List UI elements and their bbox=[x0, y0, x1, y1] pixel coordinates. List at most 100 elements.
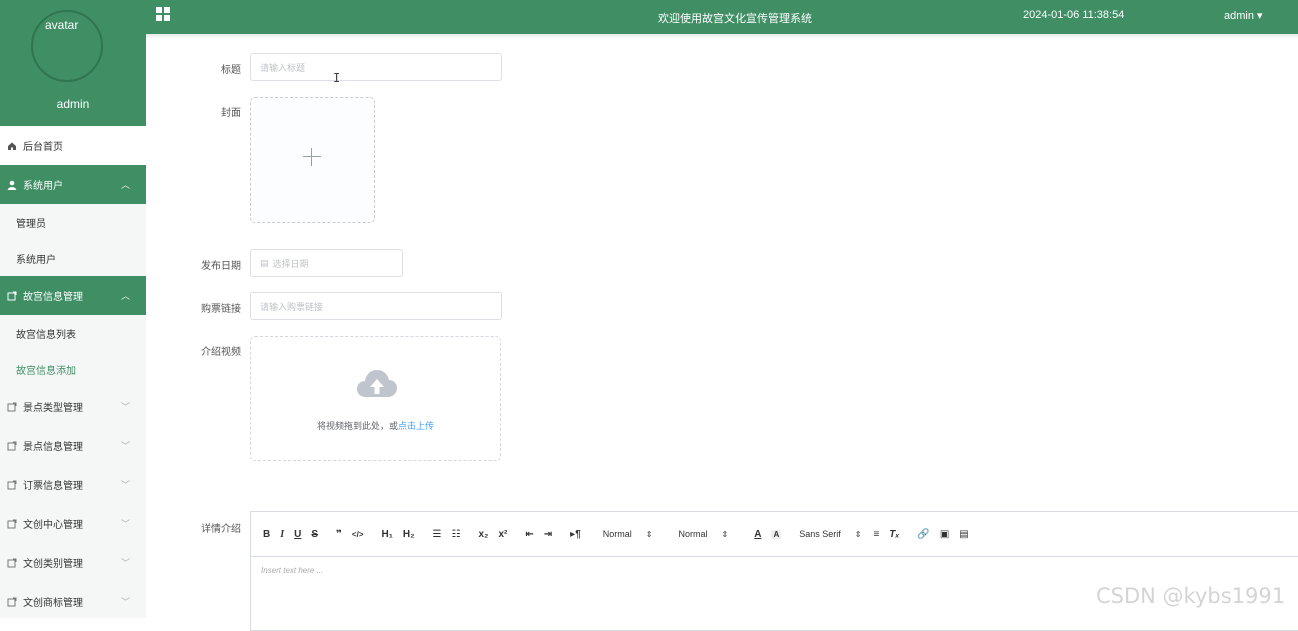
sidebar-group-label: 文创类别管理 bbox=[23, 559, 83, 570]
folder-icon bbox=[6, 519, 18, 529]
upload-hint: 将视频拖到此处，或点击上传 bbox=[251, 419, 500, 432]
detail-label: 详情介绍 bbox=[201, 524, 241, 535]
rtl-direction-button[interactable]: ▸¶ bbox=[570, 529, 581, 540]
video-label: 介绍视频 bbox=[201, 347, 241, 358]
underline-button[interactable]: U bbox=[294, 529, 301, 540]
plus-icon bbox=[303, 148, 321, 166]
sidebar-group-system-users[interactable]: 系统用户 ︿ bbox=[0, 165, 146, 204]
video-upload-dropzone[interactable]: 将视频拖到此处，或点击上传 bbox=[250, 336, 501, 461]
avatar-alt-text: avatar bbox=[45, 18, 79, 32]
calendar-icon: ▤ bbox=[260, 257, 269, 268]
sidebar-group-creative-categories[interactable]: 文创类别管理 ﹀ bbox=[0, 543, 146, 582]
header-shadow bbox=[146, 34, 1298, 38]
chevron-down-icon: ﹀ bbox=[120, 519, 130, 529]
bullet-list-button[interactable]: ☷ bbox=[452, 529, 461, 540]
rich-text-editor: B I U S ❞ </> H₁ H₂ ☰ ☷ x₂ x² ⇤ ⇥ ▸¶ Nor… bbox=[250, 511, 1298, 631]
sidebar-item-admins[interactable]: 管理员 bbox=[0, 204, 146, 240]
image-icon[interactable]: ▣ bbox=[940, 529, 949, 540]
sidebar-group-label: 订票信息管理 bbox=[23, 481, 83, 492]
chevron-down-icon: ﹀ bbox=[120, 597, 130, 607]
font-select[interactable]: Sans Serif ⇕ bbox=[799, 529, 861, 539]
bold-button[interactable]: B bbox=[263, 529, 270, 540]
title-input[interactable]: 请输入标题 bbox=[250, 53, 502, 81]
chevron-down-icon: ﹀ bbox=[120, 558, 130, 568]
sidebar-group-label: 景点信息管理 bbox=[23, 442, 83, 453]
publish-date-picker[interactable]: ▤ 选择日期 bbox=[250, 249, 403, 277]
blockquote-button[interactable]: ❞ bbox=[336, 529, 342, 540]
ticket-link-label: 购票链接 bbox=[201, 304, 241, 315]
cover-label: 封面 bbox=[221, 108, 241, 119]
sidebar-group-label: 故宫信息管理 bbox=[23, 292, 83, 303]
size-select-value: Normal bbox=[678, 529, 708, 539]
indent-button[interactable]: ⇥ bbox=[544, 529, 552, 540]
h2-button[interactable]: H₂ bbox=[403, 529, 415, 540]
user-menu[interactable]: admin ▾ bbox=[1224, 9, 1263, 22]
watermark: CSDN @kybs1991 bbox=[1096, 584, 1286, 608]
sidebar-group-spot-info[interactable]: 景点信息管理 ﹀ bbox=[0, 426, 146, 465]
sidebar-item-system-users[interactable]: 系统用户 bbox=[0, 240, 146, 276]
outdent-button[interactable]: ⇤ bbox=[525, 529, 533, 540]
h1-button[interactable]: H₁ bbox=[382, 529, 393, 540]
sidebar: avatar admin 后台首页 系统用户 ︿ 管理员 系统用户 故宫信息管理… bbox=[0, 0, 146, 618]
sidebar-group-label: 系统用户 bbox=[23, 181, 63, 192]
ticket-link-input[interactable]: 请输入购票链接 bbox=[250, 292, 502, 320]
upload-hint-text: 将视频拖到此处，或 bbox=[316, 421, 398, 431]
text-color-button[interactable]: A bbox=[754, 529, 761, 540]
sidebar-group-palace-info[interactable]: 故宫信息管理 ︿ bbox=[0, 276, 146, 315]
folder-icon bbox=[6, 402, 18, 412]
chevron-down-icon: ﹀ bbox=[120, 480, 130, 490]
sidebar-item-palace-add[interactable]: 故宫信息添加 bbox=[0, 351, 146, 387]
strike-button[interactable]: S bbox=[311, 529, 318, 540]
video-icon[interactable]: ▤ bbox=[959, 529, 968, 540]
header-datetime: 2024-01-06 11:38:54 bbox=[1023, 9, 1125, 21]
header-select[interactable]: Normal ⇕ bbox=[603, 529, 653, 539]
chevron-up-icon: ︿ bbox=[120, 180, 130, 190]
date-placeholder: 选择日期 bbox=[272, 258, 309, 269]
ordered-list-button[interactable]: ☰ bbox=[433, 529, 442, 540]
upload-link[interactable]: 点击上传 bbox=[398, 421, 434, 431]
select-arrows-icon: ⇕ bbox=[721, 530, 729, 539]
folder-icon bbox=[6, 441, 18, 451]
grid-icon[interactable] bbox=[156, 7, 170, 21]
editor-content[interactable]: Insert text here ... bbox=[251, 557, 1298, 584]
folder-icon bbox=[6, 480, 18, 490]
folder-icon bbox=[6, 558, 18, 568]
sidebar-group-label: 文创商标管理 bbox=[23, 598, 83, 609]
cover-upload[interactable] bbox=[250, 97, 375, 223]
cloud-upload-icon bbox=[355, 367, 399, 406]
sidebar-group-creative-brands[interactable]: 文创商标管理 ﹀ bbox=[0, 582, 146, 618]
title-label: 标题 bbox=[221, 65, 241, 76]
subscript-button[interactable]: x₂ bbox=[478, 529, 488, 540]
superscript-button[interactable]: x² bbox=[498, 529, 507, 540]
chevron-down-icon: ﹀ bbox=[120, 402, 130, 412]
home-icon bbox=[6, 141, 18, 151]
clear-format-button[interactable]: Tₓ bbox=[889, 529, 899, 540]
chevron-down-icon: ﹀ bbox=[120, 441, 130, 451]
folder-icon bbox=[6, 597, 18, 607]
select-arrows-icon: ⇕ bbox=[645, 530, 653, 539]
code-block-button[interactable]: </> bbox=[352, 530, 364, 539]
size-select[interactable]: Normal ⇕ bbox=[678, 529, 728, 539]
italic-button[interactable]: I bbox=[280, 529, 284, 540]
text-cursor-icon: I bbox=[333, 71, 341, 85]
avatar[interactable]: avatar bbox=[31, 10, 103, 82]
folder-icon bbox=[6, 291, 18, 301]
user-icon bbox=[6, 180, 18, 190]
header-select-value: Normal bbox=[602, 529, 632, 539]
sidebar-group-label: 文创中心管理 bbox=[23, 520, 83, 531]
sidebar-item-label: 后台首页 bbox=[23, 142, 63, 153]
sidebar-group-tickets[interactable]: 订票信息管理 ﹀ bbox=[0, 465, 146, 504]
top-header: 欢迎使用故宫文化宣传管理系统 2024-01-06 11:38:54 admin… bbox=[146, 0, 1298, 34]
sidebar-group-creative-center[interactable]: 文创中心管理 ﹀ bbox=[0, 504, 146, 543]
background-color-button[interactable]: A bbox=[771, 529, 782, 539]
select-arrows-icon: ⇕ bbox=[854, 530, 862, 539]
link-icon[interactable]: 🔗 bbox=[917, 529, 929, 540]
font-select-value: Sans Serif bbox=[799, 529, 841, 539]
sidebar-item-palace-list[interactable]: 故宫信息列表 bbox=[0, 315, 146, 351]
page-title: 欢迎使用故宫文化宣传管理系统 bbox=[658, 13, 812, 25]
chevron-up-icon: ︿ bbox=[120, 291, 130, 301]
sidebar-group-spot-types[interactable]: 景点类型管理 ﹀ bbox=[0, 387, 146, 426]
profile-panel: avatar admin bbox=[0, 0, 146, 126]
align-button[interactable]: ≡ bbox=[873, 529, 879, 540]
sidebar-item-home[interactable]: 后台首页 bbox=[0, 126, 146, 165]
